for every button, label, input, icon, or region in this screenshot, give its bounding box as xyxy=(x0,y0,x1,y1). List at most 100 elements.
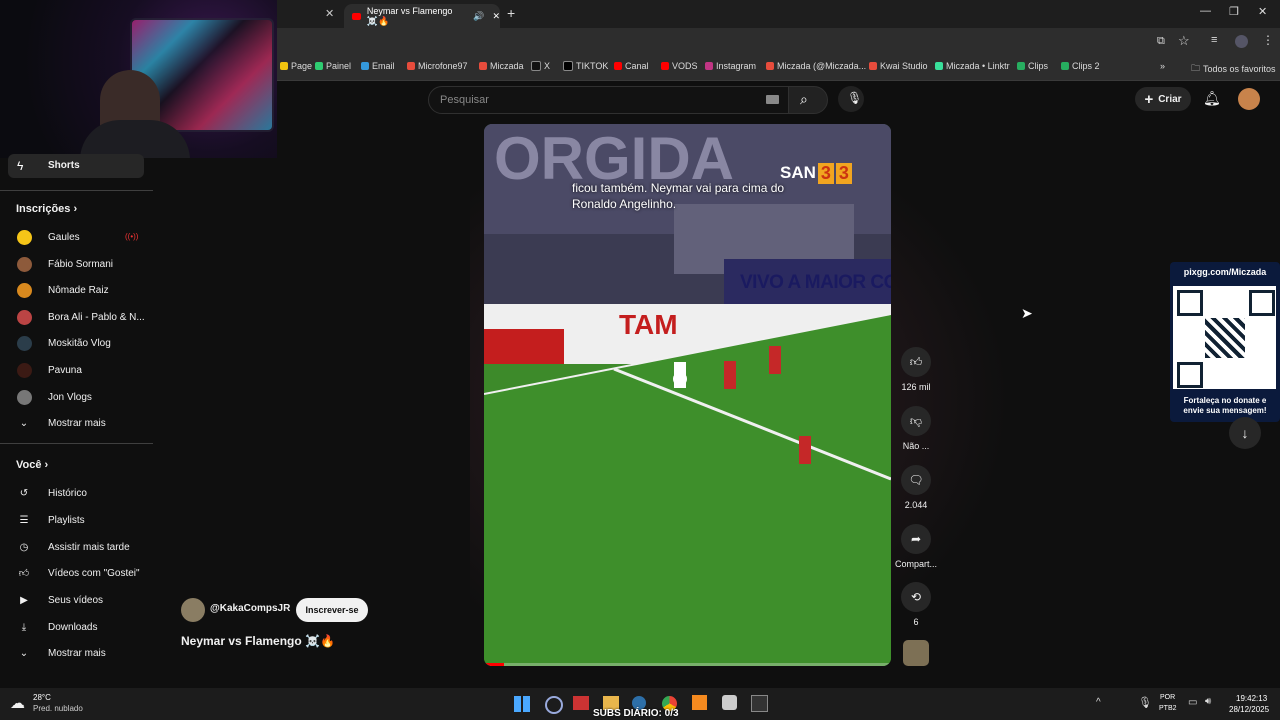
new-tab-icon[interactable]: + xyxy=(507,5,515,21)
clock-date[interactable]: 28/12/2025 xyxy=(1229,705,1269,714)
sidebar-sub-item[interactable]: Nômade Raiz xyxy=(16,282,109,298)
close-window-icon[interactable]: ✕ xyxy=(1258,5,1267,18)
show-more-you[interactable]: ⌄ Mostrar mais xyxy=(16,645,106,661)
bookmark-item[interactable]: TIKTOK xyxy=(563,61,608,71)
more-menu-icon[interactable]: ⋮ xyxy=(1262,33,1274,47)
share-button[interactable]: ➦ xyxy=(901,524,931,554)
mic-icon[interactable]: 🎙︎ xyxy=(1138,696,1152,709)
sidebar-item-history[interactable]: ↺ Histórico xyxy=(16,485,87,501)
like-button[interactable]: 👍︎ xyxy=(901,347,931,377)
sidebar-item-label: Playlists xyxy=(48,514,85,526)
app-icon[interactable] xyxy=(692,695,707,710)
search-box[interactable]: Pesquisar xyxy=(428,86,790,114)
progress-track[interactable] xyxy=(484,663,891,666)
weather-temp[interactable]: 28°C xyxy=(33,693,51,702)
bookmark-item[interactable]: Miczada • Linktr xyxy=(935,61,1010,71)
language-code[interactable]: POR xyxy=(1160,694,1175,701)
donate-text: Fortaleça no donate e envie sua mensagem… xyxy=(1183,396,1267,415)
chevron-up-icon[interactable]: ^ xyxy=(1096,697,1101,708)
monitor-icon[interactable]: ▭ xyxy=(1188,697,1197,708)
channel-avatar[interactable] xyxy=(181,598,205,622)
close-tab-icon[interactable]: ✕ xyxy=(325,7,334,20)
bookmark-item[interactable]: Instagram xyxy=(705,61,756,71)
arrow-down-icon: ↓ xyxy=(1241,425,1249,441)
app-icon[interactable] xyxy=(722,695,737,710)
shorts-video-player[interactable]: ORGIDA TAM VIVO A MAIOR COBER SAN 3 3 fi… xyxy=(484,124,891,666)
youtube-favicon-icon xyxy=(352,12,361,20)
like-count: 126 mil xyxy=(901,382,931,392)
sound-thumbnail[interactable] xyxy=(903,640,929,666)
app-icon[interactable] xyxy=(573,696,589,710)
short-title: Neymar vs Flamengo ☠️🔥 xyxy=(181,634,335,648)
remix-button[interactable]: ⟲ xyxy=(901,582,931,612)
sidebar-sub-item[interactable]: Pavuna xyxy=(16,362,82,378)
tab-active[interactable]: Neymar vs Flamengo ☠️🔥 🔊 ✕ xyxy=(344,4,500,28)
sidebar-item-label: Shorts xyxy=(48,160,80,171)
you-heading[interactable]: Você › xyxy=(16,459,48,471)
comments-button[interactable]: 🗨︎ xyxy=(901,465,931,495)
sidebar-sub-item[interactable]: Bora Ali - Pablo & N... xyxy=(16,309,145,325)
qr-code-image xyxy=(1173,286,1276,389)
obs-icon[interactable] xyxy=(751,695,768,712)
bookmark-item[interactable]: X xyxy=(531,61,550,71)
show-more-subs[interactable]: ⌄ Mostrar mais xyxy=(16,415,106,431)
next-short-button[interactable]: ↓ xyxy=(1229,417,1261,449)
sidebar-item-downloads[interactable]: ⤓ Downloads xyxy=(16,619,98,635)
clock-time[interactable]: 19:42:13 xyxy=(1236,694,1267,703)
dislike-button[interactable]: 👎︎ xyxy=(901,406,931,436)
bookmark-item[interactable]: Kwai Studio xyxy=(869,61,928,71)
channel-name[interactable]: @KakaCompsJR xyxy=(210,603,290,614)
close-icon[interactable]: ✕ xyxy=(492,11,500,22)
avatar[interactable] xyxy=(1238,88,1260,110)
subscriptions-heading[interactable]: Inscrições › xyxy=(16,203,77,215)
minimize-icon[interactable]: — xyxy=(1200,5,1211,17)
all-bookmarks[interactable]: 🗀 Todos os favoritos xyxy=(1191,61,1276,77)
bookmark-item[interactable]: Clips xyxy=(1017,61,1048,71)
sidebar-sub-item[interactable]: Moskitão Vlog xyxy=(16,335,111,351)
keyboard-icon[interactable] xyxy=(766,95,779,104)
bookmark-item[interactable]: VODS xyxy=(661,61,698,71)
banner-text: VIVO A MAIOR COBER xyxy=(740,272,891,293)
sidebar-item-your-videos[interactable]: ▶ Seus vídeos xyxy=(16,592,103,608)
sidebar-item-playlists[interactable]: ☰ Playlists xyxy=(16,512,85,528)
bell-icon[interactable]: 🔔︎ xyxy=(1203,90,1221,107)
search-button[interactable]: ⌕ xyxy=(788,86,828,114)
sidebar-item-watch-later[interactable]: ◷ Assistir mais tarde xyxy=(16,539,130,555)
bookmark-item[interactable]: Canal xyxy=(614,61,649,71)
bookmark-item[interactable]: Email xyxy=(361,61,395,71)
bookmark-item[interactable]: Miczada xyxy=(479,61,524,71)
windows-start-icon[interactable] xyxy=(514,696,530,712)
bookmark-item[interactable]: Clips 2 xyxy=(1061,61,1100,71)
comment-icon: 🗨︎ xyxy=(908,473,924,487)
score-away: 3 xyxy=(835,162,852,184)
comment-count: 2.044 xyxy=(904,500,928,510)
thumbs-up-icon: 👍︎ xyxy=(18,568,30,579)
bookmark-item[interactable]: Painel xyxy=(315,61,351,71)
media-control-icon[interactable]: ≡ xyxy=(1211,34,1217,46)
chevron-down-icon: ⌄ xyxy=(19,417,29,429)
install-app-icon[interactable]: ⧉ xyxy=(1157,35,1165,48)
bookmark-item[interactable]: Microfone97 xyxy=(407,61,468,71)
sidebar-sub-item[interactable]: Fábio Sormani xyxy=(16,256,113,272)
volume-icon[interactable]: 🔊︎ xyxy=(1205,696,1211,707)
search-input[interactable]: Pesquisar xyxy=(440,94,489,106)
sidebar-sub-item[interactable]: Jon Vlogs xyxy=(16,389,92,405)
weather-desc[interactable]: Pred. nublado xyxy=(33,704,83,713)
voice-search-button[interactable]: 🎙︎ xyxy=(838,86,864,112)
subscribe-button[interactable]: Inscrever-se xyxy=(296,598,368,622)
shorts-icon: ϟ xyxy=(17,159,24,173)
mic-icon: 🎙︎ xyxy=(847,91,863,105)
create-button[interactable]: + Criar xyxy=(1135,87,1191,111)
keyboard-layout[interactable]: PTB2 xyxy=(1159,705,1177,712)
speaker-icon[interactable]: 🔊 xyxy=(473,11,484,22)
sidebar-item-shorts[interactable]: ϟ Shorts xyxy=(8,154,144,178)
sidebar-item-liked[interactable]: 👍︎ Vídeos com "Gostei" xyxy=(16,565,140,581)
star-icon[interactable]: ☆ xyxy=(1178,33,1190,49)
restore-icon[interactable]: ❐ xyxy=(1229,5,1239,18)
chevron-double-icon[interactable]: » xyxy=(1160,61,1165,71)
bookmark-item[interactable]: Miczada (@Miczada... xyxy=(766,61,866,71)
sidebar-sub-item[interactable]: Gaules xyxy=(16,229,80,245)
settings-gear-icon[interactable] xyxy=(545,696,563,714)
profile-avatar[interactable] xyxy=(1235,35,1248,48)
bookmark-item[interactable]: Page xyxy=(280,61,312,71)
